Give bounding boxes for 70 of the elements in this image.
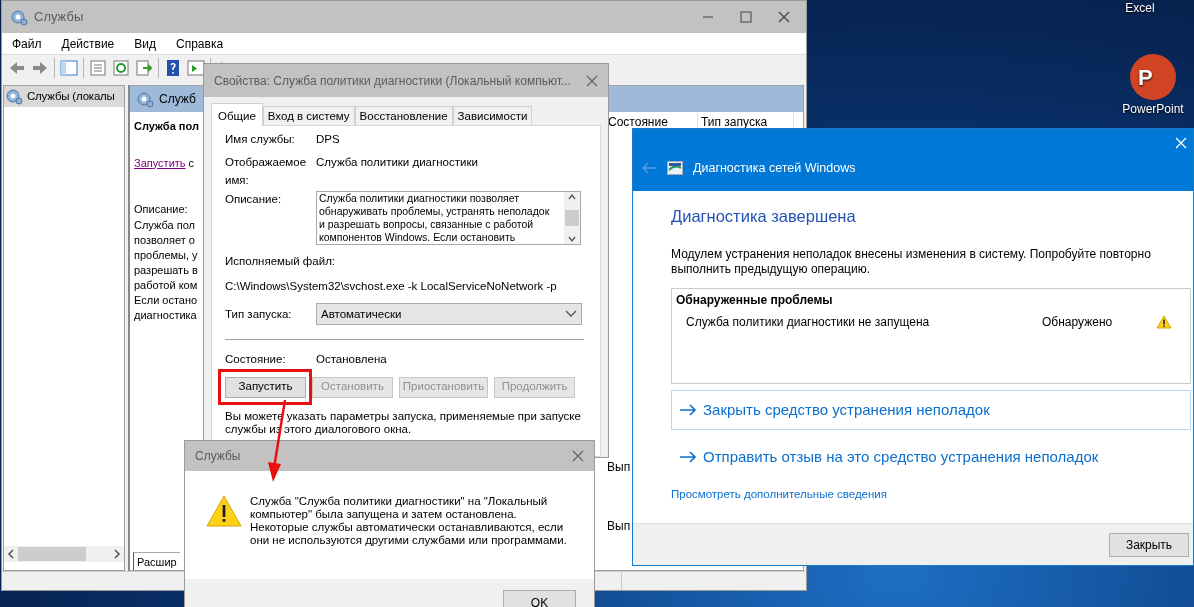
table-cell-text: Вып [606, 459, 631, 476]
service-title: Служба пол [134, 119, 199, 134]
window-title: Службы [34, 8, 85, 27]
close-button[interactable]: Закрыть [1109, 532, 1189, 557]
message-text: Модулем устранения неполадок внесены изменения в систему. Попробуйте повторно выполнить предыдущую операцию. [671, 246, 1152, 277]
field-label: Имя службы: [225, 132, 296, 147]
field-label: Описание: [225, 191, 283, 207]
problem-name: Служба политики диагностики не запущена [686, 313, 931, 331]
panel-title: Обнаруженные проблемы [676, 291, 834, 309]
arrow-right-icon [679, 450, 697, 463]
tab[interactable]: Зависимости [452, 106, 533, 125]
refresh-icon[interactable] [112, 59, 130, 77]
tab[interactable]: Восстановление [354, 106, 453, 125]
ok-button[interactable]: OK [503, 590, 576, 607]
tab[interactable]: Общие [211, 103, 263, 126]
field-value: Служба политики диагностики [316, 155, 478, 171]
menu-item[interactable]: Действие [61, 34, 115, 53]
gear-icon [5, 88, 23, 106]
list-icon[interactable] [89, 59, 107, 77]
menu-item[interactable]: Файл [12, 34, 42, 53]
description-text: Служба пол позволяет о проблемы, у разрешать в работой ком Если остано диагностика [134, 217, 198, 323]
panel-icon[interactable] [187, 59, 205, 77]
option-link[interactable]: Закрыть средство устранения неполадок [671, 389, 1191, 430]
console-tree-icon[interactable] [60, 59, 78, 77]
start-link[interactable]: Запустить [134, 156, 186, 169]
menu-item[interactable]: Справка [176, 34, 224, 53]
link-suffix: с [187, 156, 195, 169]
network-icon [667, 161, 683, 176]
scrollbar[interactable] [4, 546, 124, 562]
desktop-icon-label[interactable]: PowerPoint [1122, 100, 1184, 118]
heading: Диагностика завершена [671, 207, 857, 227]
message-text: Служба "Служба политики диагностики" на "Локальный компьютер" была запущена и затем остановлена. Некоторые службы автоматически останавливаются, если они не используются другими службами или программами. [250, 495, 568, 548]
window-title: Диагностика сетей Windows [693, 160, 856, 177]
maximize-icon[interactable] [740, 11, 752, 23]
field-label: Тип запуска: [225, 306, 293, 322]
tree-item[interactable]: Службы (локалы [4, 86, 124, 108]
close-icon[interactable] [586, 74, 598, 87]
file-path: C:\Windows\System32\svchost.exe -k LocalServiceNoNetwork -p [225, 279, 557, 294]
dialog-title: Службы [195, 448, 242, 465]
field-label: Исполняемый файл: [225, 253, 336, 269]
field-label: Состояние: [225, 352, 287, 368]
description-label: Описание: [134, 202, 188, 217]
warning-icon [206, 495, 242, 527]
option-link[interactable]: Отправить отзыв на это средство устранения неполадок [671, 436, 1191, 477]
tab[interactable]: Вход в систему [262, 106, 355, 125]
back-icon[interactable] [8, 59, 26, 77]
action-button[interactable]: Запустить [225, 376, 306, 398]
warning-icon [1156, 314, 1172, 329]
close-icon[interactable] [572, 450, 584, 462]
arrow-right-icon [679, 403, 697, 416]
chevron-down-icon [565, 310, 577, 319]
scroll-thumb[interactable] [565, 209, 579, 226]
field-label: Отображаемое имя: [225, 155, 305, 188]
startup-dropdown[interactable]: Автоматически [316, 303, 582, 326]
gear-icon [10, 8, 28, 26]
export-icon[interactable] [135, 59, 153, 77]
field-value: DPS [316, 132, 340, 147]
field-value: Остановлена [316, 352, 387, 368]
desktop-icon-label[interactable]: Excel [1125, 0, 1155, 17]
gear-icon [136, 90, 154, 108]
description-field[interactable]: Служба политики диагностики позволяет обнаруживать проблемы, устранять неполадок и разрешать вопросы, связанные с работой компонентов Windows. Если остановить [316, 190, 581, 245]
menu-item[interactable]: Вид [134, 34, 156, 53]
problem-status: Обнаружено [1042, 313, 1113, 331]
table-cell-text: Вып [606, 518, 631, 535]
app-logo-icon[interactable]: P [1130, 54, 1176, 100]
details-link[interactable]: Просмотреть дополнительные сведения [671, 485, 887, 504]
forward-icon[interactable] [31, 59, 49, 77]
help-icon[interactable] [164, 59, 182, 77]
view-tab[interactable]: Расшир [133, 552, 180, 570]
close-icon[interactable] [778, 11, 790, 23]
